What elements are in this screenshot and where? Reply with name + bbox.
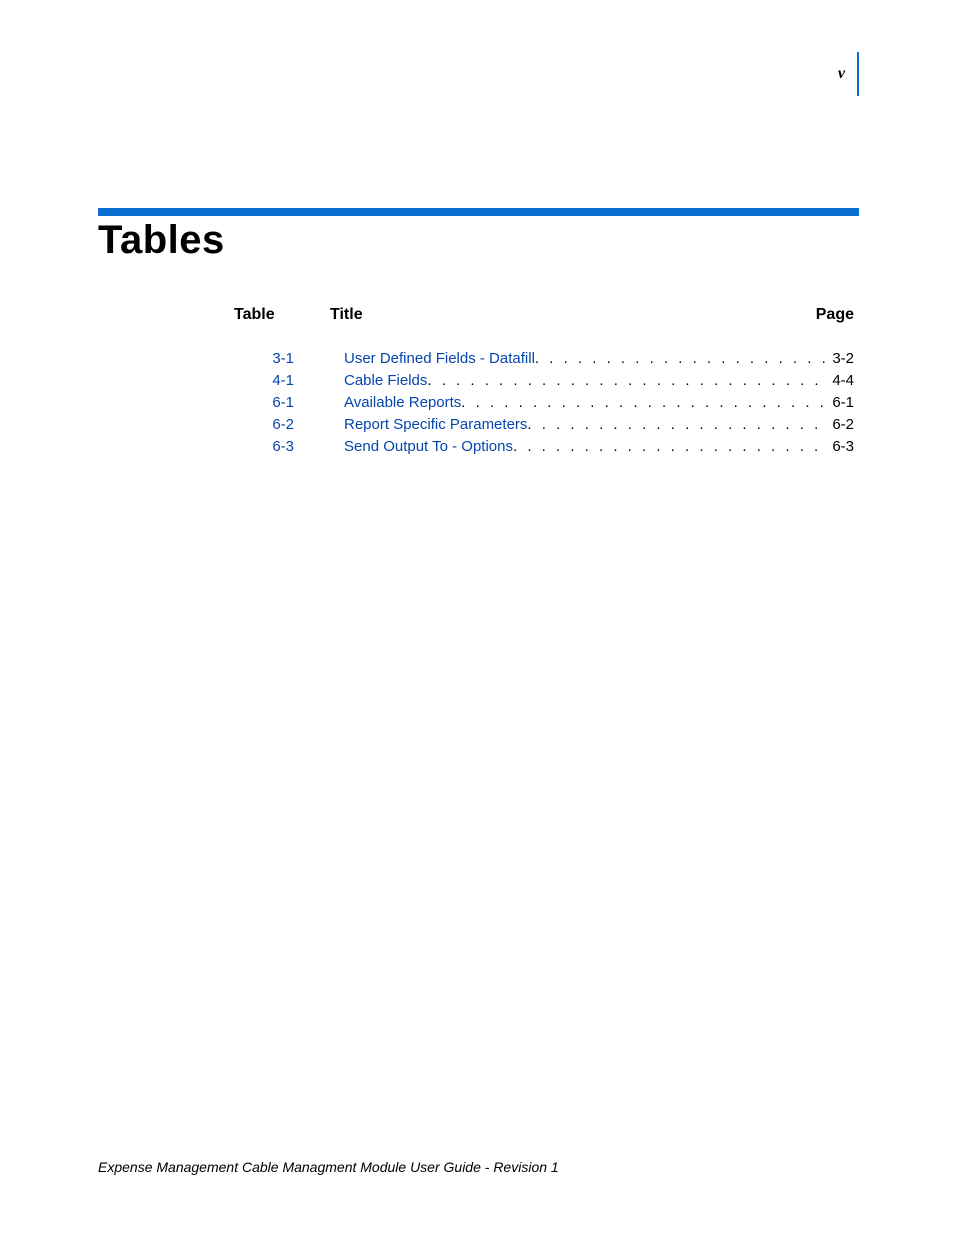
- section-heading: Tables: [98, 218, 225, 263]
- toc-entry-title[interactable]: Cable Fields: [344, 370, 427, 392]
- page-number-box: v: [838, 52, 859, 96]
- toc-leader-dots: . . . . . . . . . . . . . . . . . . . . …: [427, 370, 828, 392]
- toc-leader-dots: . . . . . . . . . . . . . . . . . . . . …: [527, 414, 828, 436]
- toc-entry-link-wrap: Send Output To - Options . . . . . . . .…: [308, 436, 854, 458]
- toc-row: 6-1 Available Reports . . . . . . . . . …: [234, 392, 854, 414]
- toc-entry-title[interactable]: Send Output To - Options: [344, 436, 513, 458]
- page-number: v: [838, 65, 845, 83]
- toc-header-row: Table Title Page: [234, 306, 854, 324]
- toc-entry-title[interactable]: User Defined Fields - Datafill: [344, 348, 535, 370]
- toc-row: 6-2 Report Specific Parameters . . . . .…: [234, 414, 854, 436]
- toc-entry-link-wrap: Cable Fields . . . . . . . . . . . . . .…: [308, 370, 854, 392]
- toc-entry-title[interactable]: Available Reports: [344, 392, 461, 414]
- toc-entry-number[interactable]: 4-1: [234, 370, 308, 392]
- toc-entry-link-wrap: User Defined Fields - Datafill . . . . .…: [308, 348, 854, 370]
- toc-row: 6-3 Send Output To - Options . . . . . .…: [234, 436, 854, 458]
- document-page: v Tables Table Title Page 3-1 User Defin…: [0, 0, 954, 1235]
- header-table: Table: [234, 306, 294, 324]
- toc-entry-number[interactable]: 6-2: [234, 414, 308, 436]
- tables-toc: Table Title Page 3-1 User Defined Fields…: [234, 306, 854, 458]
- toc-entry-page: 6-3: [828, 436, 854, 458]
- toc-row: 4-1 Cable Fields . . . . . . . . . . . .…: [234, 370, 854, 392]
- toc-entry-number[interactable]: 3-1: [234, 348, 308, 370]
- horizontal-rule: [98, 208, 859, 216]
- toc-entry-number[interactable]: 6-1: [234, 392, 308, 414]
- header-title: Title: [294, 306, 794, 324]
- toc-entry-page: 6-2: [828, 414, 854, 436]
- toc-leader-dots: . . . . . . . . . . . . . . . . . . . . …: [461, 392, 828, 414]
- toc-row: 3-1 User Defined Fields - Datafill . . .…: [234, 348, 854, 370]
- toc-entry-link-wrap: Available Reports . . . . . . . . . . . …: [308, 392, 854, 414]
- toc-entry-page: 4-4: [828, 370, 854, 392]
- header-page: Page: [794, 306, 854, 324]
- toc-entry-page: 3-2: [828, 348, 854, 370]
- toc-leader-dots: . . . . . . . . . . . . . . . . . . . . …: [535, 348, 828, 370]
- toc-entry-link-wrap: Report Specific Parameters . . . . . . .…: [308, 414, 854, 436]
- toc-entry-title[interactable]: Report Specific Parameters: [344, 414, 527, 436]
- toc-leader-dots: . . . . . . . . . . . . . . . . . . . . …: [513, 436, 828, 458]
- footer-text: Expense Management Cable Managment Modul…: [98, 1159, 559, 1175]
- toc-entry-number[interactable]: 6-3: [234, 436, 308, 458]
- toc-entry-page: 6-1: [828, 392, 854, 414]
